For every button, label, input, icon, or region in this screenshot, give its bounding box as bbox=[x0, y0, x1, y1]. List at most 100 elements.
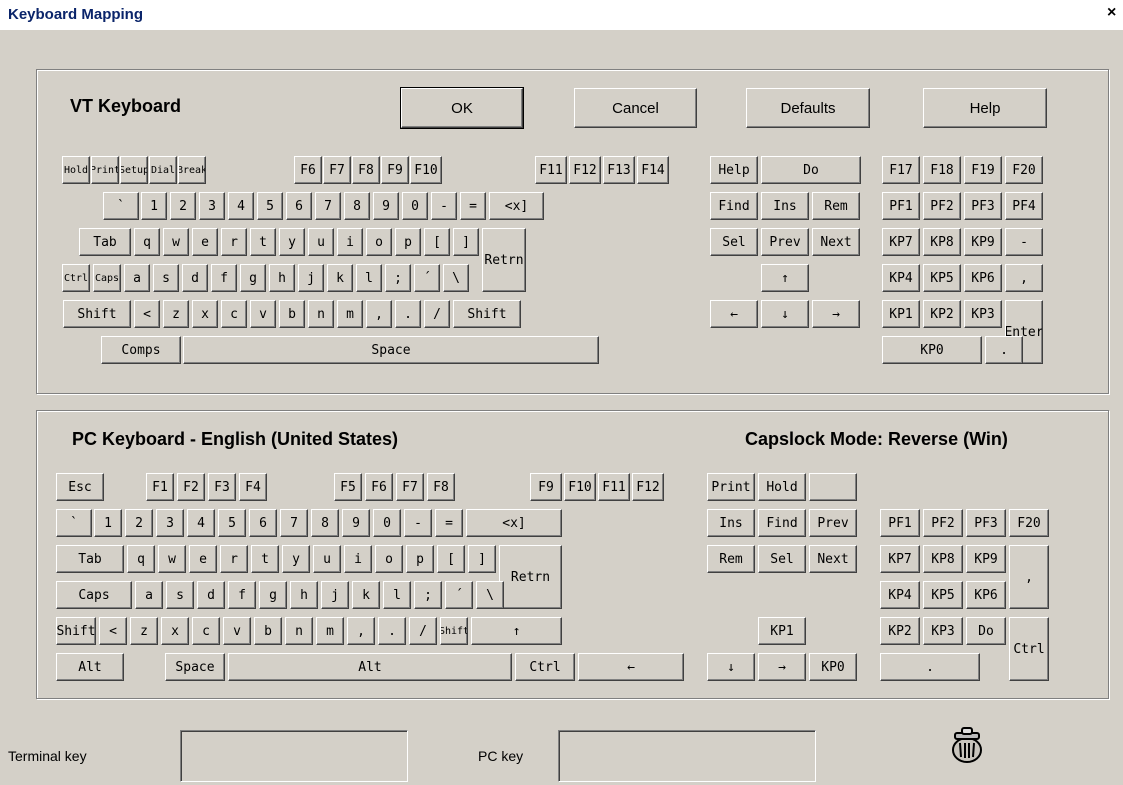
vt-key-pf2[interactable]: PF2 bbox=[923, 192, 961, 220]
vt-key-z[interactable]: z bbox=[163, 300, 189, 328]
vt-key-kp3[interactable]: KP3 bbox=[964, 300, 1002, 328]
pc-key-sym70[interactable]: \ bbox=[476, 581, 504, 609]
pc-key-do[interactable]: Do bbox=[966, 617, 1006, 645]
pc-key-sym75[interactable]: < bbox=[99, 617, 127, 645]
vt-key-f20[interactable]: F20 bbox=[1005, 156, 1043, 184]
pc-key-f3[interactable]: F3 bbox=[208, 473, 236, 501]
vt-key-a[interactable]: a bbox=[124, 264, 150, 292]
pc-key-ctrl[interactable]: Ctrl bbox=[1009, 617, 1049, 681]
vt-key-kp2[interactable]: KP2 bbox=[923, 300, 961, 328]
pc-key-b[interactable]: b bbox=[254, 617, 282, 645]
pc-key-i[interactable]: i bbox=[344, 545, 372, 573]
pc-key-f2[interactable]: F2 bbox=[177, 473, 205, 501]
pc-key-p[interactable]: p bbox=[406, 545, 434, 573]
vt-key-6[interactable]: 6 bbox=[286, 192, 312, 220]
vt-key-sym52[interactable]: [ bbox=[424, 228, 450, 256]
pc-key-w[interactable]: w bbox=[158, 545, 186, 573]
pc-key-kp1[interactable]: KP1 bbox=[758, 617, 806, 645]
pc-key-t[interactable]: t bbox=[251, 545, 279, 573]
vt-key-sym91[interactable]: . bbox=[395, 300, 421, 328]
pc-key-hold[interactable]: Hold bbox=[758, 473, 806, 501]
vt-key-prev[interactable]: Prev bbox=[761, 228, 809, 256]
pc-key-sym68[interactable]: ; bbox=[414, 581, 442, 609]
vt-key-9[interactable]: 9 bbox=[373, 192, 399, 220]
vt-key-tab[interactable]: Tab bbox=[79, 228, 131, 256]
pc-right-arrow-key[interactable]: → bbox=[758, 653, 806, 681]
vt-key-kp0[interactable]: KP0 bbox=[882, 336, 982, 364]
vt-key-sym75[interactable]: \ bbox=[443, 264, 469, 292]
vt-key-v[interactable]: v bbox=[250, 300, 276, 328]
pc-key-sym83[interactable]: , bbox=[347, 617, 375, 645]
vt-key-0[interactable]: 0 bbox=[402, 192, 428, 220]
vt-key-ctrl[interactable]: Ctrl bbox=[62, 264, 90, 292]
vt-key-f12[interactable]: F12 bbox=[569, 156, 601, 184]
vt-key-f13[interactable]: F13 bbox=[603, 156, 635, 184]
pc-key-n[interactable]: n bbox=[285, 617, 313, 645]
pc-key-a[interactable]: a bbox=[135, 581, 163, 609]
vt-key-f6[interactable]: F6 bbox=[294, 156, 322, 184]
pc-key-c[interactable]: c bbox=[192, 617, 220, 645]
pc-key-3[interactable]: 3 bbox=[156, 509, 184, 537]
pc-key-shift[interactable]: Shift bbox=[440, 617, 468, 645]
pc-key-s[interactable]: s bbox=[166, 581, 194, 609]
vt-key-m[interactable]: m bbox=[337, 300, 363, 328]
vt-key-4[interactable]: 4 bbox=[228, 192, 254, 220]
pc-down-arrow-key[interactable]: ↓ bbox=[707, 653, 755, 681]
vt-key-8[interactable]: 8 bbox=[344, 192, 370, 220]
vt-key-sym73[interactable]: ; bbox=[385, 264, 411, 292]
vt-key-s[interactable]: s bbox=[153, 264, 179, 292]
pc-key-f20[interactable]: F20 bbox=[1009, 509, 1049, 537]
pc-key-x[interactable]: <x] bbox=[466, 509, 562, 537]
pc-key-4[interactable]: 4 bbox=[187, 509, 215, 537]
pc-key-o[interactable]: o bbox=[375, 545, 403, 573]
vt-key-do[interactable]: Do bbox=[761, 156, 861, 184]
vt-key-y[interactable]: y bbox=[279, 228, 305, 256]
pc-key-5[interactable]: 5 bbox=[218, 509, 246, 537]
vt-key-k[interactable]: k bbox=[327, 264, 353, 292]
pc-key-sym48[interactable]: [ bbox=[437, 545, 465, 573]
vt-key-kp4[interactable]: KP4 bbox=[882, 264, 920, 292]
pc-key-sym28[interactable]: = bbox=[435, 509, 463, 537]
pc-key-ctrl[interactable]: Ctrl bbox=[515, 653, 575, 681]
close-icon[interactable]: × bbox=[1107, 4, 1116, 22]
pc-key-d[interactable]: d bbox=[197, 581, 225, 609]
pc-key-2[interactable]: 2 bbox=[125, 509, 153, 537]
vt-key-h[interactable]: h bbox=[269, 264, 295, 292]
defaults-button[interactable]: Defaults bbox=[746, 88, 870, 128]
vt-key-5[interactable]: 5 bbox=[257, 192, 283, 220]
pc-key-r[interactable]: r bbox=[220, 545, 248, 573]
ok-button[interactable]: OK bbox=[400, 87, 524, 129]
pc-key-kp6[interactable]: KP6 bbox=[966, 581, 1006, 609]
pc-key-q[interactable]: q bbox=[127, 545, 155, 573]
vt-key-f19[interactable]: F19 bbox=[964, 156, 1002, 184]
vt-key-b[interactable]: b bbox=[279, 300, 305, 328]
vt-key-rem[interactable]: Rem bbox=[812, 192, 860, 220]
vt-key-o[interactable]: o bbox=[366, 228, 392, 256]
pc-key-kp8[interactable]: KP8 bbox=[923, 545, 963, 573]
pc-key-kp4[interactable]: KP4 bbox=[880, 581, 920, 609]
vt-key-p[interactable]: p bbox=[395, 228, 421, 256]
cancel-button[interactable]: Cancel bbox=[574, 88, 697, 128]
pc-key-7[interactable]: 7 bbox=[280, 509, 308, 537]
vt-key-f18[interactable]: F18 bbox=[923, 156, 961, 184]
pc-key-sym15[interactable] bbox=[809, 473, 857, 501]
vt-key-j[interactable]: j bbox=[298, 264, 324, 292]
pc-key-f9[interactable]: F9 bbox=[530, 473, 562, 501]
pc-key-6[interactable]: 6 bbox=[249, 509, 277, 537]
pc-key-pf2[interactable]: PF2 bbox=[923, 509, 963, 537]
pc-key-alt[interactable]: Alt bbox=[228, 653, 512, 681]
vt-key-retrn[interactable]: Retrn bbox=[482, 228, 526, 292]
vt-right-arrow-key[interactable]: → bbox=[812, 300, 860, 328]
vt-key-l[interactable]: l bbox=[356, 264, 382, 292]
vt-key-t[interactable]: t bbox=[250, 228, 276, 256]
pc-key-f[interactable]: f bbox=[228, 581, 256, 609]
vt-key-x[interactable]: <x] bbox=[489, 192, 544, 220]
pc-key-m[interactable]: m bbox=[316, 617, 344, 645]
vt-key-n[interactable]: n bbox=[308, 300, 334, 328]
pc-key-l[interactable]: l bbox=[383, 581, 411, 609]
vt-key-comps[interactable]: Comps bbox=[101, 336, 181, 364]
vt-key-g[interactable]: g bbox=[240, 264, 266, 292]
vt-key-f17[interactable]: F17 bbox=[882, 156, 920, 184]
vt-key-7[interactable]: 7 bbox=[315, 192, 341, 220]
vt-key-sym82[interactable]: < bbox=[134, 300, 160, 328]
